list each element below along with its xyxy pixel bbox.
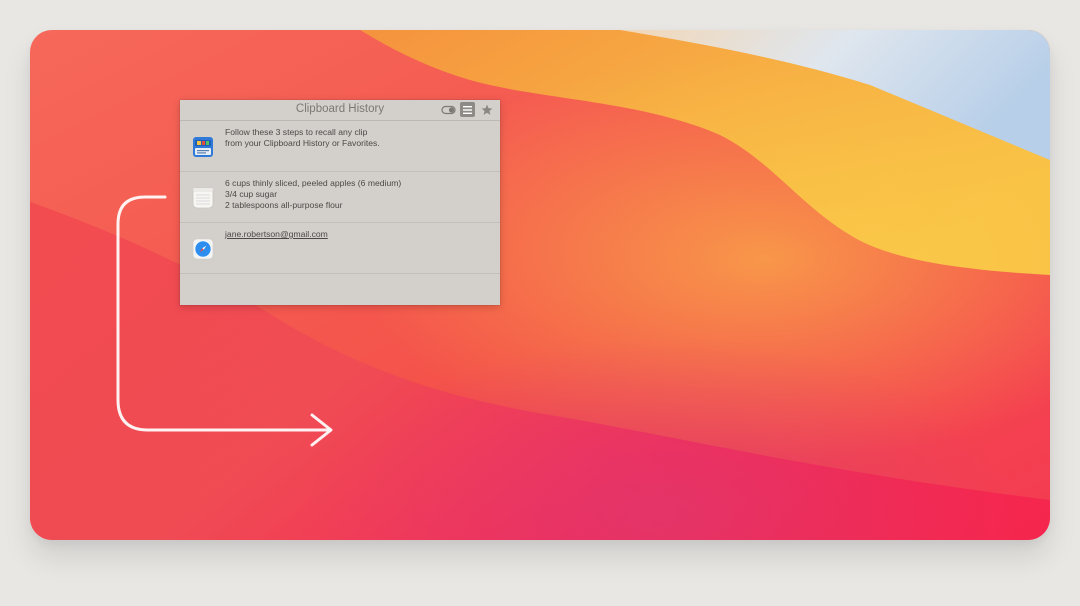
clip-text: 6 cups thinly sliced, peeled apples (6 m… [225,178,492,211]
clipboard-history-window[interactable]: Clipboard History Follow these 3 steps t… [180,100,500,305]
safari-icon [192,238,214,260]
titlebar-icons [441,102,494,117]
stage: Clipboard History Follow these 3 steps t… [0,0,1080,606]
clip-line: 6 cups thinly sliced, peeled apples (6 m… [225,178,402,188]
clip-line: 2 tablespoons all-purpose flour [225,200,343,210]
window-titlebar[interactable]: Clipboard History [180,100,500,121]
toggle-icon[interactable] [441,102,456,117]
list-icon[interactable] [460,102,475,117]
clipboard-app-icon [192,136,214,158]
notes-icon [192,187,214,209]
clip-line: from your Clipboard History or Favorites… [225,138,380,148]
clip-email-link[interactable]: jane.robertson@gmail.com [225,229,492,240]
clip-item[interactable]: jane.robertson@gmail.com [180,223,500,274]
clip-item[interactable]: 6 cups thinly sliced, peeled apples (6 m… [180,172,500,223]
star-icon[interactable] [479,102,494,117]
clip-item[interactable]: Follow these 3 steps to recall any clip … [180,121,500,172]
clip-line: 3/4 cup sugar [225,189,278,199]
clip-line: Follow these 3 steps to recall any clip [225,127,368,137]
clip-text: Follow these 3 steps to recall any clip … [225,127,492,149]
clip-text: jane.robertson@gmail.com [225,229,492,240]
